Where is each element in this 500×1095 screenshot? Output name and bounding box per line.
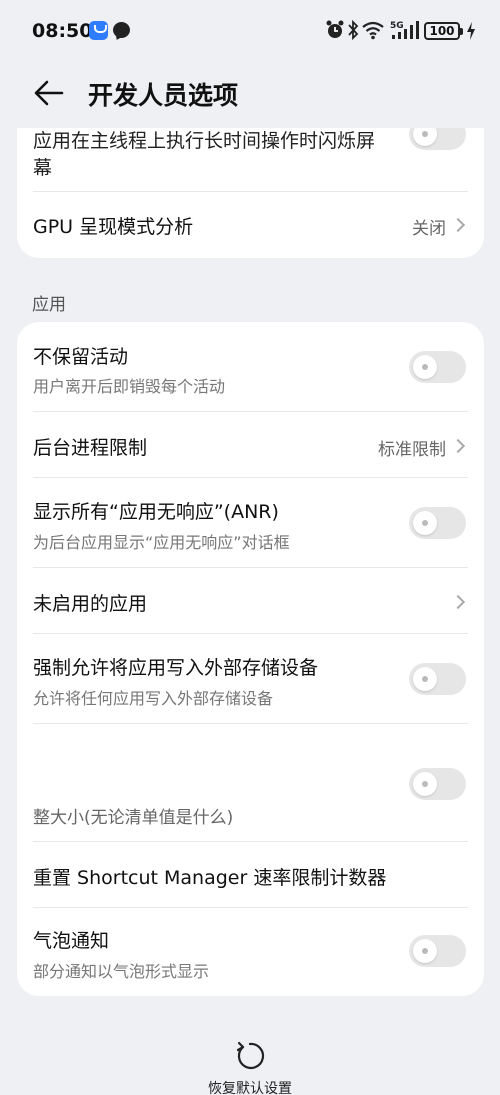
settings-row-background-process-limit[interactable]: 后台进程限制 标准限制 bbox=[17, 412, 484, 478]
settings-row-bubbles[interactable]: 气泡通知 部分通知以气泡形式显示 bbox=[17, 908, 484, 996]
back-arrow-icon[interactable] bbox=[32, 76, 66, 110]
settings-card-apps: 不保留活动 用户离开后即销毁每个活动 后台进程限制 标准限制 显示所有“应用无响… bbox=[17, 322, 484, 996]
force-resizable-toggle[interactable] bbox=[409, 768, 466, 800]
row-value: 关闭 bbox=[412, 219, 446, 239]
row-subtitle: 允许将任何应用写入外部存储设备 bbox=[33, 689, 274, 708]
reset-icon bbox=[236, 1041, 265, 1070]
charging-icon bbox=[467, 22, 475, 40]
settings-row-force-external-storage[interactable]: 强制允许将应用写入外部存储设备 允许将任何应用写入外部存储设备 bbox=[17, 634, 484, 724]
page-title: 开发人员选项 bbox=[88, 81, 239, 110]
row-title: 不保留活动 bbox=[33, 346, 129, 368]
settings-row-reset-shortcut-manager[interactable]: 重置 Shortcut Manager 速率限制计数器 bbox=[17, 842, 484, 908]
row-title: 显示所有“应用无响应”(ANR) bbox=[33, 501, 279, 523]
bubbles-toggle[interactable] bbox=[409, 935, 466, 967]
section-label-apps: 应用 bbox=[32, 295, 66, 315]
row-subtitle: 整大小(无论清单值是什么) bbox=[33, 808, 234, 828]
chevron-right-icon bbox=[450, 594, 466, 610]
app-store-icon bbox=[89, 21, 108, 40]
settings-row-gpu-profiling[interactable]: GPU 呈现模式分析 关闭 bbox=[17, 192, 484, 258]
row-title: 应用在主线程上执行长时间操作时闪烁屏 bbox=[33, 130, 376, 152]
status-bar: 08:50 5G 100 bbox=[0, 0, 500, 62]
screen: 08:50 5G 100 开发人员选项 应用在主线程上执行长时间操作时闪烁屏 幕… bbox=[0, 0, 500, 1095]
settings-row-inactive-apps[interactable]: 未启用的应用 bbox=[17, 568, 484, 634]
row-subtitle: 为后台应用显示“应用无响应”对话框 bbox=[33, 533, 290, 552]
wifi-icon bbox=[362, 21, 384, 40]
force-external-storage-toggle[interactable] bbox=[409, 663, 466, 695]
row-subtitle: 用户离开后即销毁每个活动 bbox=[33, 377, 226, 396]
app-header: 开发人员选项 bbox=[0, 62, 500, 128]
row-title-line2: 幕 bbox=[33, 157, 53, 179]
message-icon bbox=[113, 22, 130, 38]
svg-text:5G: 5G bbox=[390, 21, 404, 31]
settings-row-show-all-anr[interactable]: 显示所有“应用无响应”(ANR) 为后台应用显示“应用无响应”对话框 bbox=[17, 478, 484, 568]
alarm-icon bbox=[326, 20, 344, 38]
dont-keep-activities-toggle[interactable] bbox=[409, 351, 466, 383]
row-subtitle: 部分通知以气泡形式显示 bbox=[33, 962, 210, 981]
show-all-anr-toggle[interactable] bbox=[409, 507, 466, 539]
row-title: 后台进程限制 bbox=[33, 437, 148, 459]
bluetooth-icon bbox=[348, 19, 359, 41]
chevron-right-icon bbox=[450, 438, 466, 454]
row-title: 气泡通知 bbox=[33, 930, 110, 952]
settings-row-dont-keep-activities[interactable]: 不保留活动 用户离开后即销毁每个活动 bbox=[17, 322, 484, 412]
row-title: 重置 Shortcut Manager 速率限制计数器 bbox=[33, 867, 387, 889]
row-title: 未启用的应用 bbox=[33, 593, 148, 615]
battery-level: 100 bbox=[429, 24, 455, 38]
reset-defaults-label: 恢复默认设置 bbox=[208, 1081, 292, 1095]
status-time: 08:50 bbox=[32, 20, 93, 42]
chevron-right-icon bbox=[450, 217, 466, 233]
row-title: 强制允许将应用写入外部存储设备 bbox=[33, 657, 319, 679]
battery-icon: 100 bbox=[424, 22, 463, 40]
row-title: GPU 呈现模式分析 bbox=[33, 216, 194, 238]
row-value: 标准限制 bbox=[378, 440, 446, 460]
settings-row-force-resizable[interactable]: 整大小(无论清单值是什么) bbox=[17, 724, 484, 842]
signal-5g-icon: 5G bbox=[390, 21, 419, 39]
